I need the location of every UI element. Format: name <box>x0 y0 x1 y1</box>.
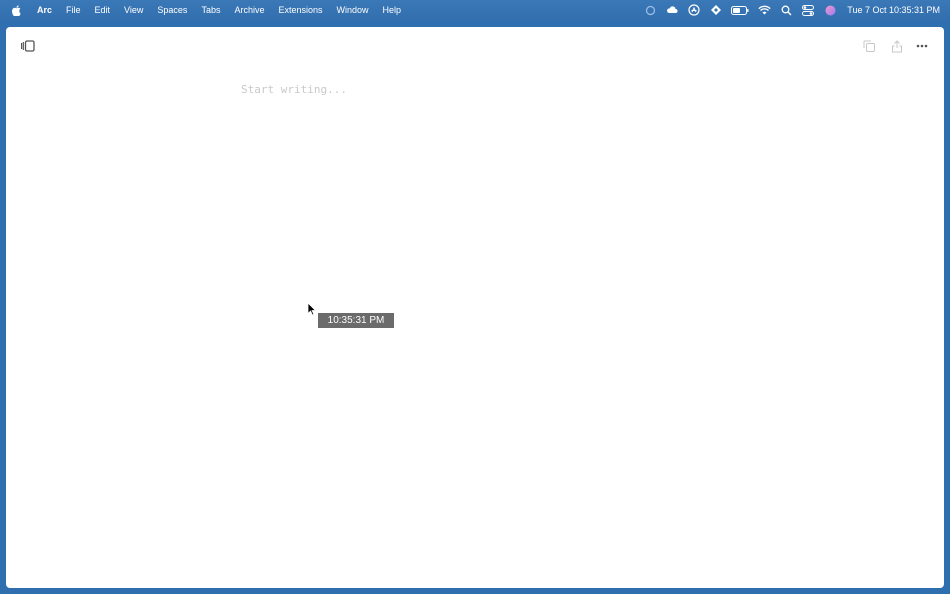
app-store-icon[interactable] <box>683 0 705 20</box>
mouse-pointer-icon <box>307 302 317 316</box>
search-icon[interactable] <box>775 0 797 20</box>
menu-view[interactable]: View <box>117 5 150 15</box>
time-tooltip: 10:35:31 PM <box>318 313 394 328</box>
menu-extensions[interactable]: Extensions <box>271 5 329 15</box>
note-editor[interactable]: Start writing... <box>241 83 741 96</box>
menu-app-name[interactable]: Arc <box>30 5 59 15</box>
more-options-icon[interactable] <box>913 37 931 55</box>
control-center-icon[interactable] <box>797 0 819 20</box>
menu-help[interactable]: Help <box>376 5 409 15</box>
menu-edit[interactable]: Edit <box>88 5 118 15</box>
menu-window[interactable]: Window <box>330 5 376 15</box>
arc-window: Start writing... <box>6 27 944 588</box>
menu-bar: Arc File Edit View Spaces Tabs Archive E… <box>0 0 950 20</box>
editor-placeholder: Start writing... <box>241 83 347 96</box>
siri-icon[interactable] <box>819 0 841 20</box>
focus-icon[interactable] <box>705 0 727 20</box>
wifi-icon[interactable] <box>753 0 775 20</box>
apple-icon[interactable] <box>12 4 22 16</box>
sidebar-toggle-icon[interactable] <box>19 37 37 55</box>
menubar-clock[interactable]: Tue 7 Oct 10:35:31 PM <box>841 5 950 15</box>
battery-icon[interactable] <box>727 0 753 20</box>
menu-archive[interactable]: Archive <box>227 5 271 15</box>
menu-file[interactable]: File <box>59 5 88 15</box>
copy-link-icon[interactable] <box>860 37 878 55</box>
status-area: Tue 7 Oct 10:35:31 PM <box>639 0 950 20</box>
menu-tabs[interactable]: Tabs <box>194 5 227 15</box>
menu-spaces[interactable]: Spaces <box>150 5 194 15</box>
share-icon[interactable] <box>888 37 906 55</box>
sync-icon[interactable] <box>639 0 661 20</box>
cloud-icon[interactable] <box>661 0 683 20</box>
